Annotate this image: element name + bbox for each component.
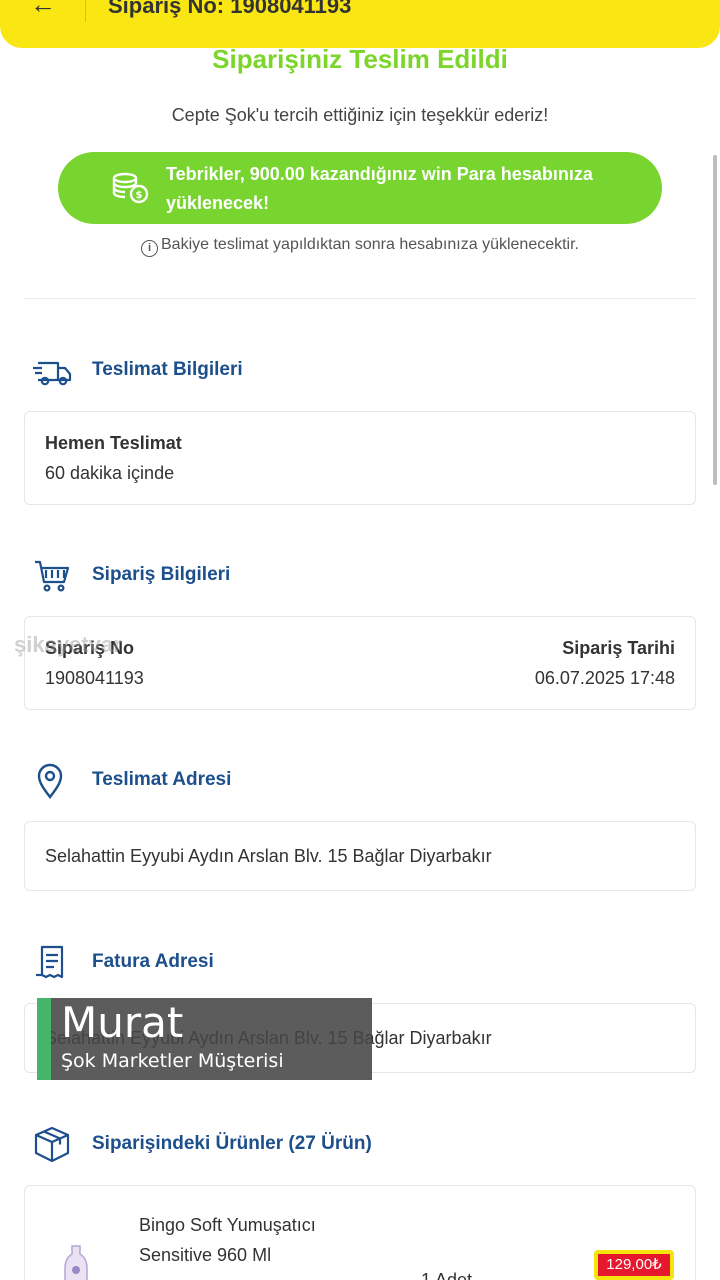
product-bottle-icon — [64, 1245, 88, 1280]
package-box-icon — [34, 1126, 70, 1162]
customer-subtitle: Şok Marketler Müşterisi — [61, 1050, 284, 1072]
product-name: Bingo Soft Yumuşatıcı Sensitive 960 Ml — [139, 1215, 316, 1265]
coins-icon: $ — [112, 172, 149, 204]
delivery-info-card: Hemen Teslimat 60 dakika içinde — [24, 411, 696, 505]
invoice-address-title: Fatura Adresi — [92, 951, 214, 972]
order-date-value: 06.07.2025 17:48 — [534, 668, 675, 688]
cart-icon — [35, 560, 70, 592]
back-button[interactable]: ← — [20, 0, 86, 22]
balance-note: i Bakiye teslimat yapıldıktan sonra hesab… — [0, 236, 720, 257]
receipt-icon — [36, 945, 64, 979]
customer-name-overlay: Murat Şok Marketler Müşterisi — [37, 998, 372, 1080]
order-no-value: 1908041193 — [45, 668, 144, 688]
delivery-time: 60 dakika içinde — [45, 463, 175, 483]
order-info-title: Sipariş Bilgileri — [92, 564, 231, 585]
reward-banner: $ Tebrikler, 900.00 kazandığınız win Par… — [58, 152, 662, 224]
svg-text:$: $ — [136, 190, 143, 201]
delivery-info-title: Teslimat Bilgileri — [92, 359, 243, 380]
divider — [24, 298, 696, 299]
thanks-text: Cepte Şok'u tercih ettiğiniz için teşekk… — [171, 105, 549, 125]
order-date-label: Sipariş Tarihi — [562, 638, 675, 658]
delivery-truck-icon — [33, 361, 72, 386]
product-qty: 1 Adet — [421, 1270, 473, 1280]
arrow-left-icon: ← — [30, 0, 56, 19]
customer-name: Murat — [61, 998, 184, 1047]
scrollbar[interactable] — [713, 155, 717, 485]
location-pin-icon — [37, 763, 63, 799]
delivery-address-card: Selahattin Eyyubi Aydın Arslan Blv. 15 B… — [24, 821, 696, 891]
top-app-bar: ← Sipariş No: 1908041193 — [0, 0, 720, 48]
delivery-address-title: Teslimat Adresi — [92, 769, 232, 790]
info-icon: i — [141, 240, 158, 257]
delivery-address-value: Selahattin Eyyubi Aydın Arslan Blv. 15 B… — [45, 846, 492, 866]
balance-note-text: Bakiye teslimat yapıldıktan sonra hesabı… — [161, 236, 579, 253]
product-price-badge: 129,00₺ — [594, 1250, 674, 1280]
products-title: Siparişindeki Ürünler (27 Ürün) — [92, 1133, 372, 1154]
delivery-type: Hemen Teslimat — [45, 433, 182, 453]
page-title: Sipariş No: 1908041193 — [108, 0, 352, 18]
reward-text: Tebrikler, 900.00 kazandığınız win Para … — [166, 164, 593, 213]
order-info-card: Sipariş No 1908041193 Sipariş Tarihi 06.… — [24, 616, 696, 710]
delivered-heading: Siparişiniz Teslim Edildi — [212, 44, 508, 74]
overlay-accent-bar — [37, 998, 51, 1080]
watermark: şikayetvar — [14, 632, 122, 657]
product-price: 129,00₺ — [598, 1254, 670, 1276]
